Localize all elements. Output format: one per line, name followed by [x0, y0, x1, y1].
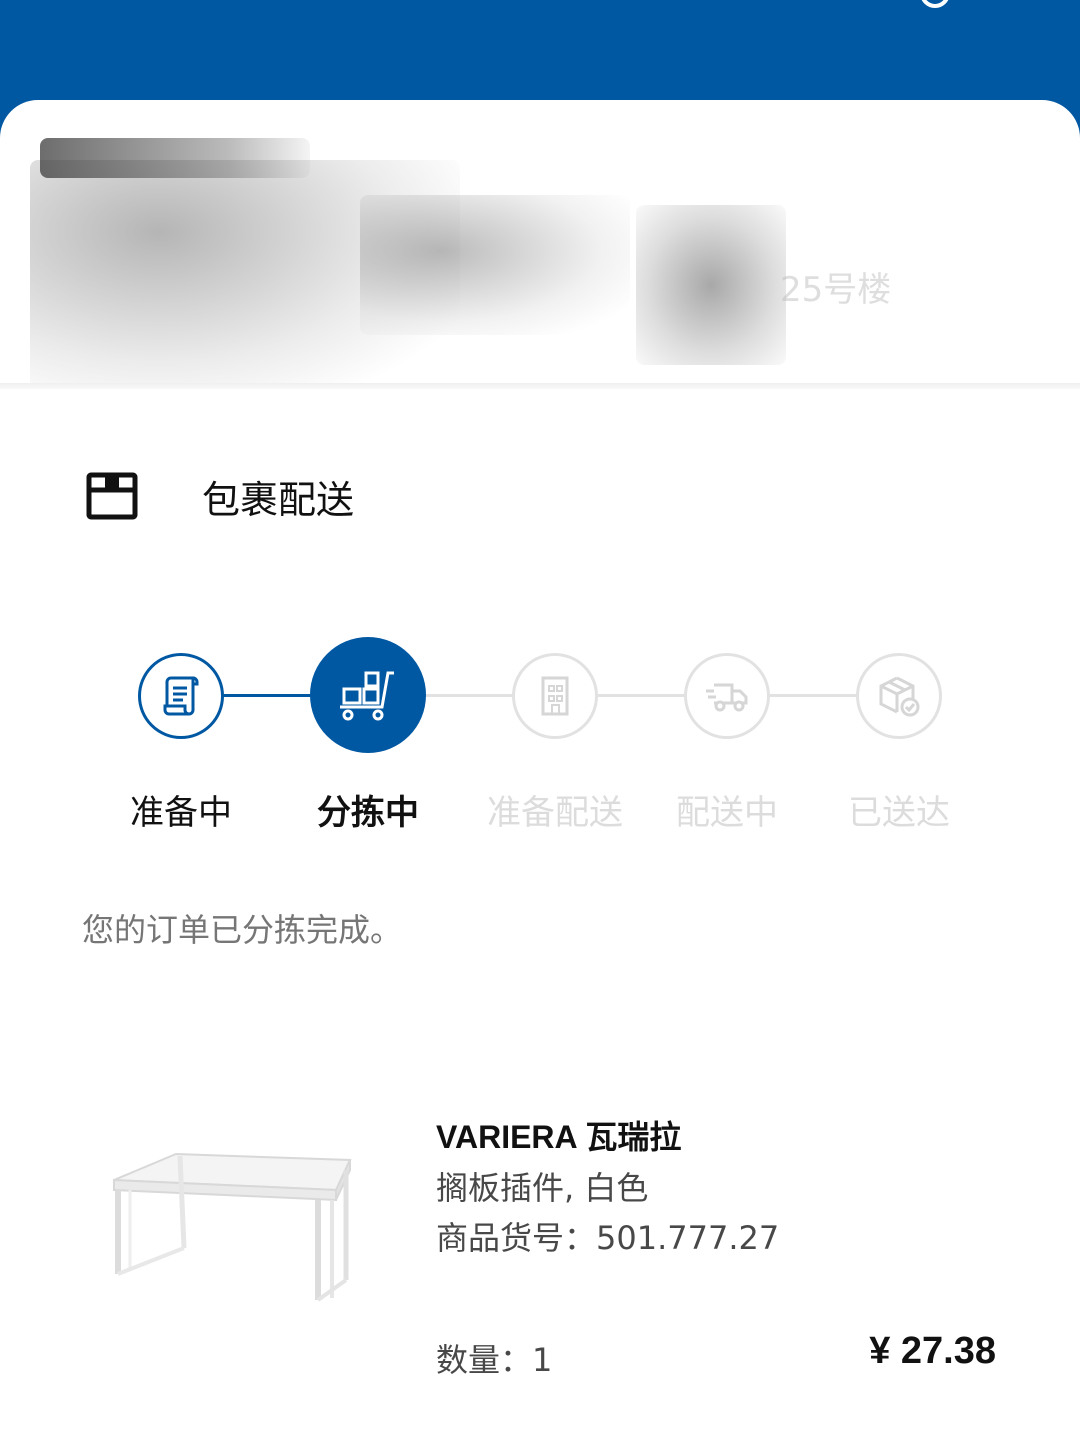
product-description: 搁板插件, 白色 — [436, 1169, 649, 1207]
order-status-message: 您的订单已分拣完成。 — [82, 911, 403, 949]
progress-line-pending — [424, 694, 514, 697]
delivery-method-title: 包裹配送 — [202, 477, 355, 522]
step-label-sorting: 分拣中 — [317, 793, 419, 833]
address-text: 25号楼 — [780, 270, 892, 310]
package-icon — [86, 472, 138, 520]
step-preparing — [138, 653, 224, 739]
step-in-delivery — [684, 653, 770, 739]
product-quantity: 数量：1 — [436, 1341, 553, 1379]
delivery-address[interactable]: 25号楼 — [0, 100, 1080, 385]
step-label-in-delivery: 配送中 — [676, 793, 778, 833]
document-icon — [163, 676, 199, 716]
progress-line-pending — [768, 694, 858, 697]
building-icon — [541, 676, 569, 716]
redaction-scribble — [40, 138, 310, 178]
step-label-preparing: 准备中 — [130, 793, 232, 833]
progress-line-completed — [222, 694, 314, 697]
step-label-ready-to-ship: 准备配送 — [487, 793, 623, 833]
product-price: ¥ 27.38 — [869, 1330, 996, 1372]
product-sku: 商品货号：501.777.27 — [436, 1219, 780, 1257]
sorting-cart-icon — [340, 671, 394, 721]
step-label-delivered: 已送达 — [848, 793, 950, 833]
header-partial-icon[interactable] — [920, 0, 950, 8]
delivery-truck-icon — [706, 683, 748, 712]
order-progress-tracker: 准备中 分拣中 准备配送 配送中 已送达 — [0, 630, 1080, 850]
shelf-insert-image[interactable] — [100, 1130, 370, 1310]
redaction-scribble — [636, 205, 786, 365]
step-ready-to-ship — [512, 653, 598, 739]
step-delivered — [856, 653, 942, 739]
product-name[interactable]: VARIERA 瓦瑞拉 — [436, 1112, 681, 1158]
section-divider — [0, 383, 1080, 389]
step-sorting — [310, 637, 426, 753]
delivered-box-icon — [879, 676, 920, 717]
order-tracking-page: 25号楼 包裹配送 准备中 分拣中 准备配送 配送中 已送达 您的订单已分拣完成… — [0, 0, 1080, 1440]
delivery-method: 包裹配送 — [86, 468, 354, 524]
progress-line-pending — [596, 694, 686, 697]
redaction-scribble — [360, 195, 630, 335]
